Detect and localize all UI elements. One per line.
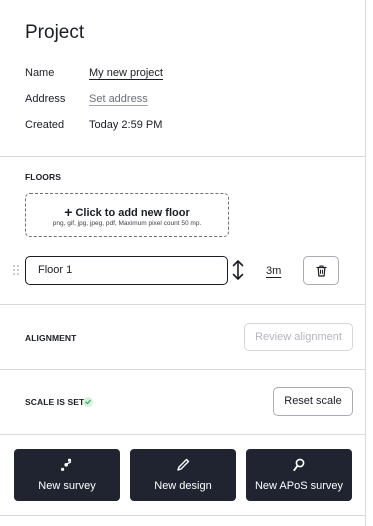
divider: [0, 304, 366, 305]
divider: [0, 515, 366, 516]
survey-icon: [14, 458, 120, 472]
vertical-resize-icon[interactable]: [231, 259, 245, 281]
new-survey-label: New survey: [38, 480, 96, 492]
new-design-label: New design: [154, 480, 212, 492]
new-design-button[interactable]: New design: [130, 449, 236, 501]
project-panel: Project Name My new project Address Set …: [0, 0, 366, 526]
scale-heading: SCALE IS SET: [25, 397, 85, 407]
add-floor-title: + Click to add new floor: [26, 203, 228, 220]
add-floor-label: Click to add new floor: [75, 207, 190, 219]
floor-name-input[interactable]: Floor 1: [25, 256, 228, 285]
new-survey-button[interactable]: New survey: [14, 449, 120, 501]
alignment-heading: ALIGNMENT: [25, 333, 77, 343]
review-alignment-button[interactable]: Review alignment: [244, 323, 353, 351]
floor-height-link[interactable]: 3m: [266, 265, 281, 277]
floors-heading: FLOORS: [25, 172, 62, 182]
add-floor-hint: png, gif, jpg, jpeg, pdf, Maximum pixel …: [52, 220, 202, 227]
new-apos-survey-button[interactable]: New APoS survey: [246, 449, 352, 501]
divider: [0, 156, 366, 157]
drag-handle-icon[interactable]: [13, 265, 19, 275]
plus-icon: +: [64, 204, 73, 220]
created-label: Created: [25, 119, 65, 131]
pen-icon: [130, 458, 236, 472]
new-apos-survey-label: New APoS survey: [254, 480, 344, 492]
trash-icon: [316, 265, 327, 277]
created-value: Today 2:59 PM: [89, 119, 163, 131]
name-label: Name: [25, 67, 55, 79]
check-icon: [83, 397, 93, 407]
set-address-link[interactable]: Set address: [89, 93, 148, 105]
page-title: Project: [25, 22, 85, 43]
divider: [0, 369, 366, 370]
add-floor-dropzone[interactable]: + Click to add new floor png, gif, jpg, j…: [25, 193, 229, 237]
address-label: Address: [25, 93, 66, 105]
apos-pin-icon: [246, 458, 352, 472]
delete-floor-button[interactable]: [303, 256, 339, 285]
divider: [0, 434, 366, 435]
project-name-link[interactable]: My new project: [89, 67, 163, 79]
reset-scale-button[interactable]: Reset scale: [273, 387, 353, 416]
